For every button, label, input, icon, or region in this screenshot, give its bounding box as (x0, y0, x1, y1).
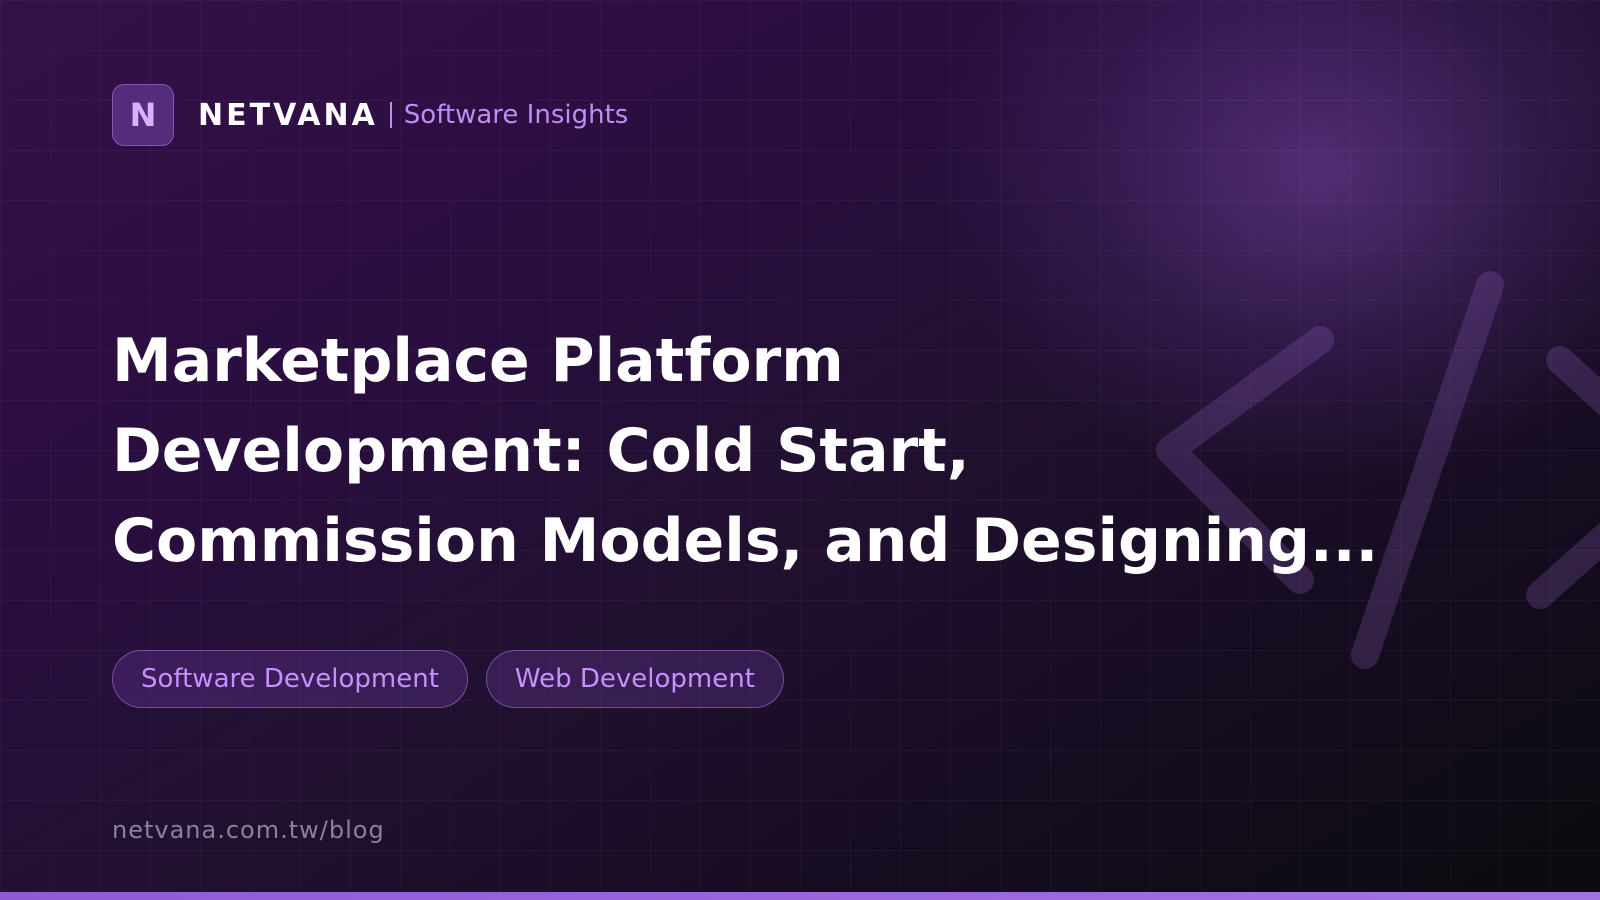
title-line: Marketplace Platform (112, 326, 844, 396)
site-url: netvana.com.tw/blog (112, 816, 385, 844)
header: N NETVANA Software Insights (112, 84, 628, 146)
brand-subtitle: Software Insights (403, 100, 629, 130)
article-title: Marketplace Platform Development: Cold S… (112, 316, 1379, 586)
title-line: Commission Models, and Designing... (112, 506, 1379, 576)
title-line: Development: Cold Start, (112, 416, 970, 486)
brand-name: NETVANA (198, 97, 378, 133)
logo: N (112, 84, 174, 146)
tag-web-development[interactable]: Web Development (485, 650, 784, 708)
tag-list: Software Development Web Development (112, 650, 802, 708)
tag-software-development[interactable]: Software Development (112, 650, 468, 708)
bottom-accent-bar (0, 892, 1600, 900)
blog-cover-card: N NETVANA Software Insights Marketplace … (0, 0, 1600, 900)
header-divider (389, 102, 392, 128)
